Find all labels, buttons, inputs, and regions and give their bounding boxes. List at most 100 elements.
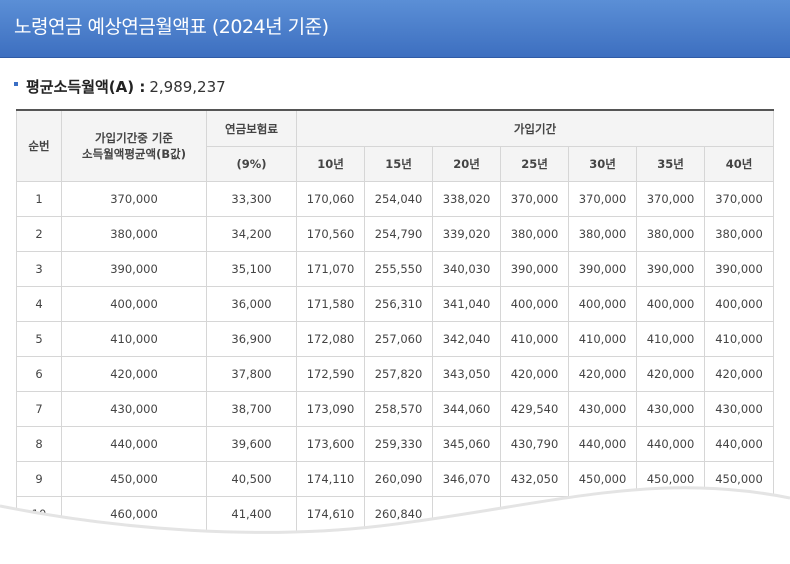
header-income: 가입기간중 기준 소득월액평균액(B값) — [61, 109, 207, 182]
table-cell: 4 — [16, 286, 62, 322]
table-cell: 410,000 — [568, 321, 637, 357]
table-cell: 430,000 — [568, 391, 637, 427]
table-row: 2 380,000 34,200 170,560 254,790 339,020 380,0… — [16, 216, 775, 252]
table-cell: 8 — [16, 426, 62, 462]
table-cell: 37,800 — [206, 356, 297, 392]
table-cell: 440,000 — [636, 426, 705, 462]
header-period-3: 20년 — [432, 146, 501, 182]
table-cell: 172,590 — [296, 356, 365, 392]
table-cell: 380,000 — [500, 216, 569, 252]
header-period-7: 40년 — [703, 146, 775, 182]
average-income-label: 평균소득월액(A) : — [26, 78, 146, 96]
table-cell: 338,020 — [432, 181, 501, 217]
table-row: 8 440,000 39,600 173,600 259,330 345,060 430,7… — [16, 426, 775, 462]
table-cell: 259,330 — [364, 426, 433, 462]
table-row: 6 420,000 37,800 172,590 257,820 343,050 420,0… — [16, 356, 775, 392]
table-cell: 390,000 — [61, 251, 207, 287]
table-row: 4 400,000 36,000 171,580 256,310 341,040 400,0… — [16, 286, 775, 322]
table-cell: 370,000 — [500, 181, 569, 217]
average-income-summary: 평균소득월액(A) : 2,989,237 — [14, 76, 226, 97]
table-cell: 6 — [16, 356, 62, 392]
table-cell: 400,000 — [568, 286, 637, 322]
table-cell: 410,000 — [500, 321, 569, 357]
table-row: 7 430,000 38,700 173,090 258,570 344,060 429,5… — [16, 391, 775, 427]
table-cell: 370,000 — [703, 181, 775, 217]
table-cell: 440,000 — [703, 426, 775, 462]
table-cell: 173,090 — [296, 391, 365, 427]
table-cell: 430,790 — [500, 426, 569, 462]
header-premium: 연금보험료 — [206, 109, 297, 147]
table-cell: 430,000 — [61, 391, 207, 427]
table-cell: 370,000 — [636, 181, 705, 217]
table-cell: 380,000 — [61, 216, 207, 252]
page-title: 노령연금 예상연금월액표 (2024년 기준) — [14, 16, 329, 38]
table-cell: 420,000 — [636, 356, 705, 392]
table-cell: 1 — [16, 181, 62, 217]
torn-page-wave — [0, 486, 790, 564]
table-cell: 171,070 — [296, 251, 365, 287]
table-cell: 257,820 — [364, 356, 433, 392]
table-cell: 34,200 — [206, 216, 297, 252]
pension-table-container: 순번 가입기간중 기준 소득월액평균액(B값) 연금보험료 가입기간 (9%) … — [16, 109, 775, 532]
table-cell: 3 — [16, 251, 62, 287]
table-cell: 400,000 — [703, 286, 775, 322]
table-cell: 420,000 — [500, 356, 569, 392]
table-cell: 410,000 — [61, 321, 207, 357]
header-period-2: 15년 — [364, 146, 433, 182]
table-cell: 430,000 — [636, 391, 705, 427]
table-cell: 256,310 — [364, 286, 433, 322]
table-cell: 171,580 — [296, 286, 365, 322]
table-cell: 345,060 — [432, 426, 501, 462]
table-cell: 370,000 — [568, 181, 637, 217]
table-row: 5 410,000 36,900 172,080 257,060 342,040 410,0… — [16, 321, 775, 357]
table-cell: 39,600 — [206, 426, 297, 462]
header-income-line1: 가입기간중 기준 — [94, 131, 174, 145]
table-cell: 390,000 — [636, 251, 705, 287]
table-cell: 341,040 — [432, 286, 501, 322]
table-cell: 430,000 — [703, 391, 775, 427]
table-cell: 390,000 — [500, 251, 569, 287]
table-cell: 255,550 — [364, 251, 433, 287]
bullet-icon — [14, 81, 18, 86]
header-period: 가입기간 — [295, 109, 775, 147]
table-cell: 257,060 — [364, 321, 433, 357]
page-header: 노령연금 예상연금월액표 (2024년 기준) — [0, 0, 790, 58]
header-period-6: 35년 — [636, 146, 705, 182]
table-cell: 420,000 — [61, 356, 207, 392]
average-income-value: 2,989,237 — [149, 77, 226, 96]
table-cell: 400,000 — [636, 286, 705, 322]
table-cell: 440,000 — [568, 426, 637, 462]
table-cell: 7 — [16, 391, 62, 427]
header-premium-rate: (9%) — [206, 146, 297, 182]
table-cell: 36,000 — [206, 286, 297, 322]
table-cell: 35,100 — [206, 251, 297, 287]
table-cell: 410,000 — [636, 321, 705, 357]
table-cell: 170,060 — [296, 181, 365, 217]
table-cell: 400,000 — [500, 286, 569, 322]
header-period-1: 10년 — [296, 146, 365, 182]
table-cell: 2 — [16, 216, 62, 252]
header-seq: 순번 — [16, 109, 62, 182]
table-cell: 170,560 — [296, 216, 365, 252]
table-cell: 400,000 — [61, 286, 207, 322]
table-cell: 420,000 — [568, 356, 637, 392]
pension-table: 순번 가입기간중 기준 소득월액평균액(B값) 연금보험료 가입기간 (9%) … — [16, 109, 775, 532]
table-cell: 343,050 — [432, 356, 501, 392]
table-row: 1 370,000 33,300 170,060 254,040 338,020 370,0… — [16, 181, 775, 217]
table-cell: 390,000 — [568, 251, 637, 287]
table-row: 3 390,000 35,100 171,070 255,550 340,030 390,0… — [16, 251, 775, 287]
table-cell: 380,000 — [703, 216, 775, 252]
table-cell: 410,000 — [703, 321, 775, 357]
table-cell: 33,300 — [206, 181, 297, 217]
table-cell: 344,060 — [432, 391, 501, 427]
table-cell: 380,000 — [636, 216, 705, 252]
table-cell: 339,020 — [432, 216, 501, 252]
table-cell: 172,080 — [296, 321, 365, 357]
table-cell: 390,000 — [703, 251, 775, 287]
table-cell: 254,040 — [364, 181, 433, 217]
table-cell: 254,790 — [364, 216, 433, 252]
header-period-4: 25년 — [500, 146, 569, 182]
table-cell: 258,570 — [364, 391, 433, 427]
table-cell: 38,700 — [206, 391, 297, 427]
table-cell: 5 — [16, 321, 62, 357]
